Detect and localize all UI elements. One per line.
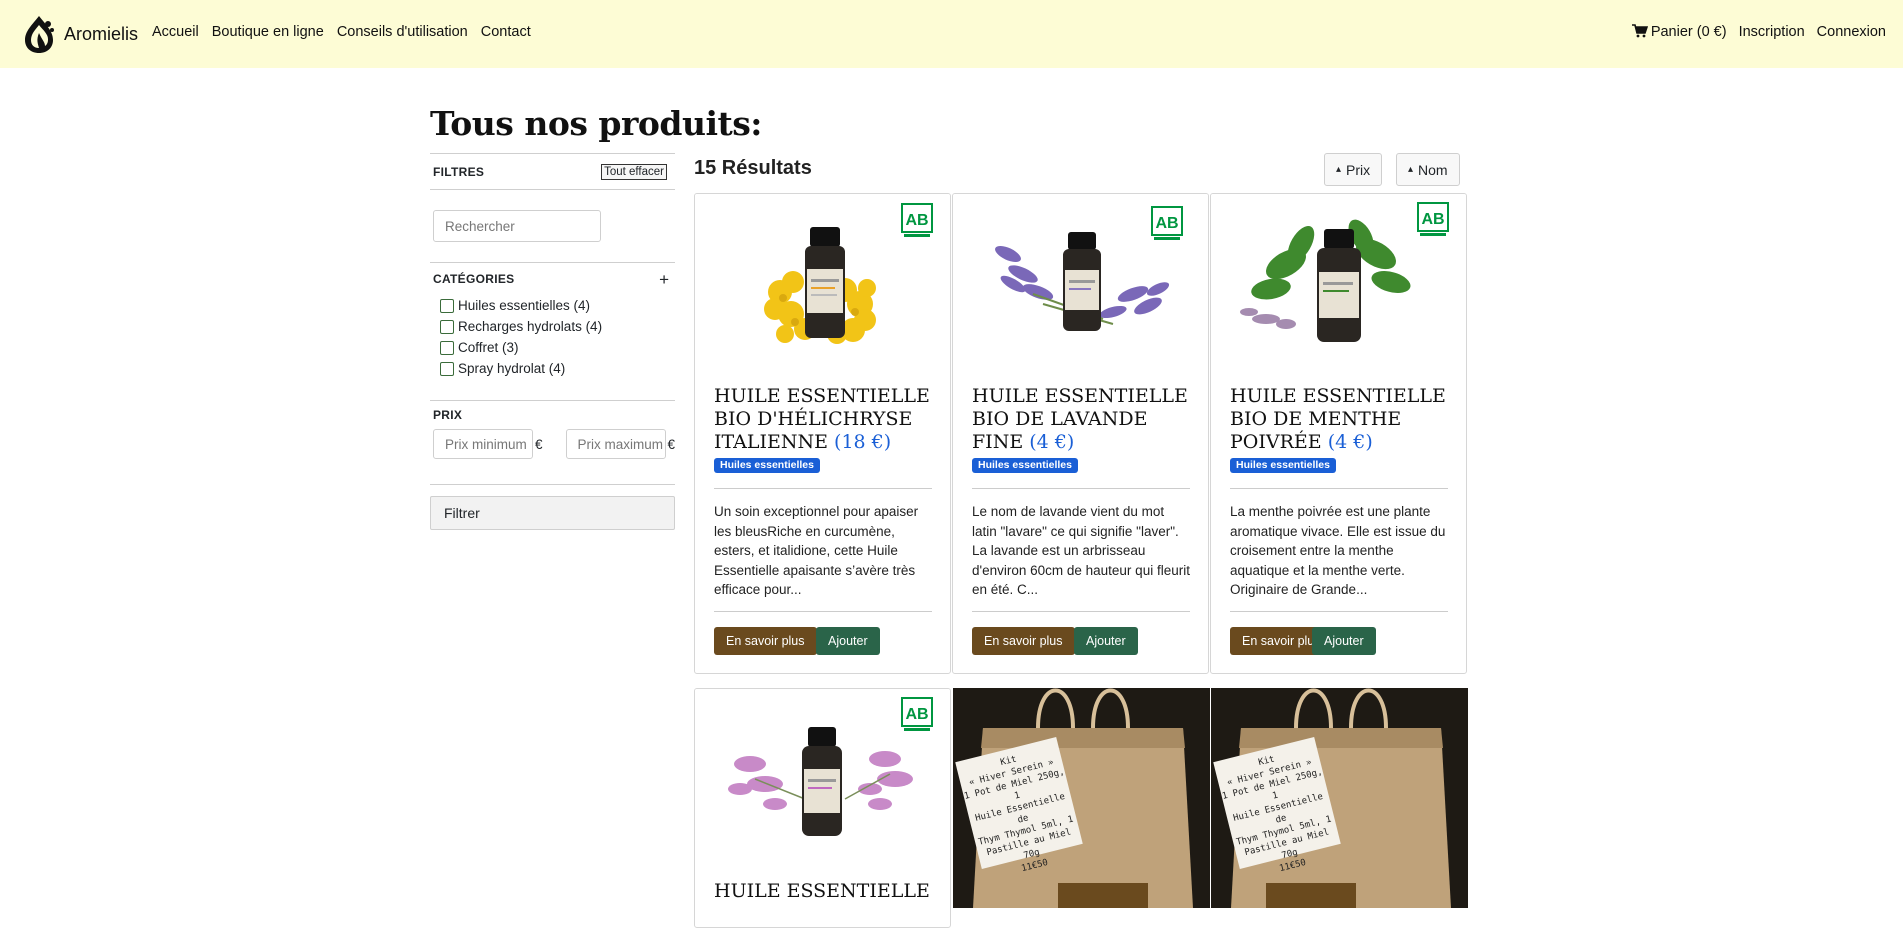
svg-text:AB: AB — [1155, 215, 1178, 232]
product-card: AB HUILE ESSENTIELLE — [694, 688, 951, 928]
product-description: Un soin exceptionnel pour apaiser les bl… — [714, 504, 919, 597]
product-price: (4 €) — [1029, 431, 1075, 453]
sort-icon: ▴ — [1336, 164, 1342, 175]
category-label: Recharges hydrolats (4) — [458, 319, 603, 334]
divider — [1230, 611, 1448, 612]
divider — [972, 488, 1190, 489]
category-label: Huiles essentielles (4) — [458, 298, 591, 313]
category-badge: Huiles essentielles — [714, 458, 820, 473]
sort-icon: ▴ — [1408, 164, 1414, 175]
category-item: Coffret (3) — [430, 337, 675, 358]
more-info-button[interactable]: En savoir plus — [714, 627, 817, 655]
clear-all-button[interactable]: Tout effacer — [601, 163, 667, 180]
signup-link[interactable]: Inscription — [1739, 24, 1805, 40]
category-checkbox[interactable] — [440, 298, 454, 313]
product-title[interactable]: HUILE ESSENTIELLE BIO D'Hélichryse ITALI… — [714, 385, 939, 454]
navbar: Aromielis Accueil Boutique en ligne Cons… — [0, 0, 1903, 68]
organic-ab-logo: AB — [901, 697, 933, 731]
sort-name-button[interactable]: ▴ Nom — [1396, 153, 1460, 186]
product-description: La menthe poivrée est une plante aromati… — [1230, 504, 1446, 597]
organic-ab-logo: AB — [901, 203, 933, 237]
filters-sidebar: FILTRES Tout effacer CATÉGORIES + Huiles… — [430, 153, 675, 530]
divider — [430, 484, 675, 485]
divider — [714, 611, 932, 612]
category-label: Coffret (3) — [458, 340, 519, 355]
product-price: (18 €) — [834, 431, 892, 453]
kit-product-image[interactable]: Kit « Hiver Serein » 1 Pot de Miel 250g,… — [1211, 688, 1468, 908]
divider — [714, 488, 932, 489]
divider — [1230, 488, 1448, 489]
price-range: € € — [430, 429, 675, 459]
organic-ab-logo: AB — [1417, 202, 1449, 236]
categories-section: CATÉGORIES + Huiles essentielles (4) Rec… — [430, 262, 675, 379]
category-checkbox[interactable] — [440, 340, 454, 355]
cart-icon — [1631, 24, 1648, 38]
cart-link[interactable]: Panier (0 €) — [1631, 24, 1727, 40]
product-title[interactable]: HUILE ESSENTIELLE BIO DE MENTHE POIVRée … — [1230, 385, 1455, 454]
price-section: PRIX € € — [430, 400, 675, 459]
cart-label: Panier (0 €) — [1650, 24, 1727, 40]
categories-title: CATÉGORIES — [433, 272, 515, 286]
account-nav: Panier (0 €) Inscription Connexion — [1620, 24, 1886, 40]
login-link[interactable]: Connexion — [1817, 24, 1886, 40]
sort-price-label: Prix — [1346, 161, 1371, 178]
organic-ab-logo: AB — [1151, 206, 1183, 240]
currency-symbol: € — [667, 436, 676, 452]
category-item: Huiles essentielles (4) — [430, 295, 675, 316]
more-info-button[interactable]: En savoir plus — [972, 627, 1075, 655]
product-title[interactable]: HUILE ESSENTIELLE — [714, 880, 939, 903]
category-checkbox[interactable] — [440, 319, 454, 334]
categories-header: CATÉGORIES + — [430, 263, 675, 295]
category-label: Spray hydrolat (4) — [458, 361, 566, 376]
drop-logo-icon — [25, 16, 54, 53]
add-to-cart-button[interactable]: Ajouter — [1312, 627, 1376, 655]
main-nav: Accueil Boutique en ligne Conseils d'uti… — [152, 24, 544, 40]
add-to-cart-button[interactable]: Ajouter — [816, 627, 880, 655]
filters-title: FILTRES — [433, 164, 485, 179]
nav-link-boutique[interactable]: Boutique en ligne — [212, 24, 324, 40]
product-name: HUILE ESSENTIELLE BIO DE LAVANDE FINE — [972, 385, 1188, 453]
price-header: PRIX — [430, 401, 675, 429]
svg-text:AB: AB — [905, 706, 928, 723]
product-price: (4 €) — [1327, 431, 1373, 453]
filters-header: FILTRES Tout effacer — [430, 154, 675, 190]
sort-price-button[interactable]: ▴ Prix — [1324, 153, 1383, 186]
nav-link-accueil[interactable]: Accueil — [152, 24, 199, 40]
price-min-input[interactable] — [433, 429, 533, 459]
product-card: AB HUILE ESSENTIELLE BIO DE LAVANDE FINE… — [952, 193, 1209, 674]
product-card: AB HUILE ESSENTIELLE BIO D'Hélichryse IT… — [694, 193, 951, 674]
search-input[interactable] — [433, 210, 601, 242]
svg-text:AB: AB — [905, 212, 928, 229]
category-checkbox[interactable] — [440, 361, 454, 376]
brand-name: Aromielis — [64, 23, 139, 44]
product-name: HUILE ESSENTIELLE BIO D'Hélichryse ITALI… — [714, 385, 930, 453]
page-title: Tous nos produits: — [430, 104, 763, 143]
category-badge: Huiles essentielles — [972, 458, 1078, 473]
product-title[interactable]: HUILE ESSENTIELLE BIO DE LAVANDE FINE (4… — [972, 385, 1197, 454]
brand[interactable]: Aromielis — [18, 12, 138, 56]
price-title: PRIX — [433, 408, 463, 422]
kit-product-image[interactable]: Kit « Hiver Serein » 1 Pot de Miel 250g,… — [953, 688, 1210, 908]
nav-link-contact[interactable]: Contact — [481, 24, 531, 40]
product-description: Le nom de lavande vient du mot latin "la… — [972, 504, 1190, 597]
sort-name-label: Nom — [1418, 161, 1448, 178]
svg-text:AB: AB — [1421, 211, 1444, 228]
product-card: AB HUILE ESSENTIELLE BIO DE MENTHE POIVR… — [1210, 193, 1467, 674]
category-item: Spray hydrolat (4) — [430, 358, 675, 379]
results-count: 15 Résultats — [694, 157, 812, 179]
currency-symbol: € — [535, 436, 543, 452]
nav-link-conseils[interactable]: Conseils d'utilisation — [337, 24, 468, 40]
expand-plus-icon[interactable]: + — [659, 271, 669, 288]
add-to-cart-button[interactable]: Ajouter — [1074, 627, 1138, 655]
price-max-input[interactable] — [565, 429, 666, 459]
filter-button[interactable]: Filtrer — [430, 496, 675, 530]
category-badge: Huiles essentielles — [1230, 458, 1336, 473]
category-item: Recharges hydrolats (4) — [430, 316, 675, 337]
divider — [972, 611, 1190, 612]
